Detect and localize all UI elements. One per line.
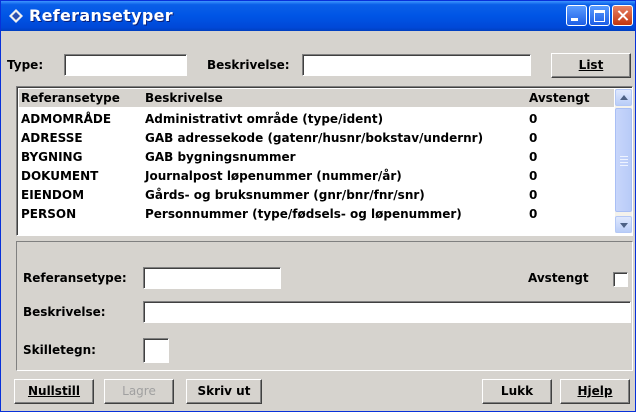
separator-input[interactable]	[143, 338, 169, 363]
reftype-input[interactable]	[143, 267, 281, 289]
referansetyper-window: Referansetyper Type: Beskrivelse: List R…	[0, 0, 636, 412]
table-row[interactable]: PERSON Personnummer (type/fødsels- og lø…	[19, 205, 614, 224]
column-header-type[interactable]: Referansetype	[21, 91, 120, 105]
close-button[interactable]: Lukk	[482, 379, 552, 404]
grip-line	[620, 156, 628, 157]
reftype-label: Referansetype:	[23, 271, 127, 285]
table-row[interactable]: ADMOMRÅDE Administrativt område (type/id…	[19, 110, 614, 129]
closed-label: Avstengt	[528, 271, 589, 285]
type-filter-label: Type:	[7, 58, 44, 72]
cell-type: BYGNING	[21, 150, 83, 164]
grip-line	[620, 162, 628, 163]
cell-closed: 0	[529, 131, 538, 145]
detail-panel: Referansetype: Avstengt Beskrivelse: Ski…	[16, 241, 633, 371]
cell-description: Personnummer (type/fødsels- og løpenumme…	[145, 207, 462, 221]
cell-closed: 0	[529, 169, 538, 183]
close-window-button[interactable]	[612, 5, 633, 26]
cell-type: ADMOMRÅDE	[21, 112, 112, 126]
chevron-up-icon	[620, 95, 628, 100]
cell-type: EIENDOM	[21, 188, 85, 202]
minimize-button[interactable]	[566, 5, 587, 26]
cell-closed: 0	[529, 112, 538, 126]
reset-button-label: Nullstill	[27, 384, 81, 398]
help-button[interactable]: Hjelp	[560, 379, 630, 404]
separator-label: Skilletegn:	[23, 343, 96, 357]
description-filter-input[interactable]	[302, 54, 531, 76]
title-bar[interactable]: Referansetyper	[1, 1, 635, 31]
cell-description: Administrativt område (type/ident)	[145, 112, 384, 126]
cell-type: DOKUMENT	[21, 169, 99, 183]
table-row[interactable]: ADRESSE GAB adressekode (gatenr/husnr/bo…	[19, 129, 614, 148]
scroll-thumb[interactable]	[615, 108, 632, 212]
cell-description: GAB adressekode (gatenr/husnr/bokstav/un…	[145, 131, 484, 145]
cell-description: Gårds- og bruksnummer (gnr/bnr/fnr/snr)	[145, 188, 425, 202]
grip-line	[620, 159, 628, 160]
list-scrollbar[interactable]	[615, 89, 632, 233]
cell-type: PERSON	[21, 207, 77, 221]
reset-button[interactable]: Nullstill	[14, 379, 94, 404]
list-header: Referansetype Beskrivelse Avstengt	[19, 89, 614, 107]
cell-closed: 0	[529, 188, 538, 202]
description-label: Beskrivelse:	[23, 305, 106, 319]
reference-type-list[interactable]: Referansetype Beskrivelse Avstengt ADMOM…	[16, 86, 633, 236]
table-row[interactable]: BYGNING GAB bygningsnummer 0	[19, 148, 614, 167]
help-button-label: Hjelp	[577, 384, 613, 398]
list-button[interactable]: List	[551, 53, 631, 78]
grip-line	[620, 165, 628, 166]
cell-closed: 0	[529, 150, 538, 164]
save-button[interactable]: Lagre	[104, 379, 174, 404]
scroll-up-button[interactable]	[615, 89, 632, 106]
list-button-label: List	[578, 58, 604, 72]
cell-closed: 0	[529, 207, 538, 221]
chevron-down-icon	[620, 223, 628, 228]
description-input[interactable]	[143, 301, 631, 323]
maximize-button[interactable]	[589, 5, 610, 26]
cell-type: ADRESSE	[21, 131, 83, 145]
column-header-closed[interactable]: Avstengt	[529, 91, 590, 105]
type-filter-input[interactable]	[64, 54, 187, 76]
column-header-description[interactable]: Beskrivelse	[145, 91, 223, 105]
scroll-down-button[interactable]	[615, 216, 632, 233]
print-button[interactable]: Skriv ut	[186, 379, 262, 404]
table-row[interactable]: DOKUMENT Journalpost løpenummer (nummer/…	[19, 167, 614, 186]
cell-description: Journalpost løpenummer (nummer/år)	[145, 169, 402, 183]
closed-checkbox[interactable]	[613, 272, 628, 287]
description-filter-label: Beskrivelse:	[207, 58, 290, 72]
app-icon	[9, 9, 23, 23]
table-row[interactable]: EIENDOM Gårds- og bruksnummer (gnr/bnr/f…	[19, 186, 614, 205]
cell-description: GAB bygningsnummer	[145, 150, 296, 164]
window-title: Referansetyper	[29, 6, 173, 25]
